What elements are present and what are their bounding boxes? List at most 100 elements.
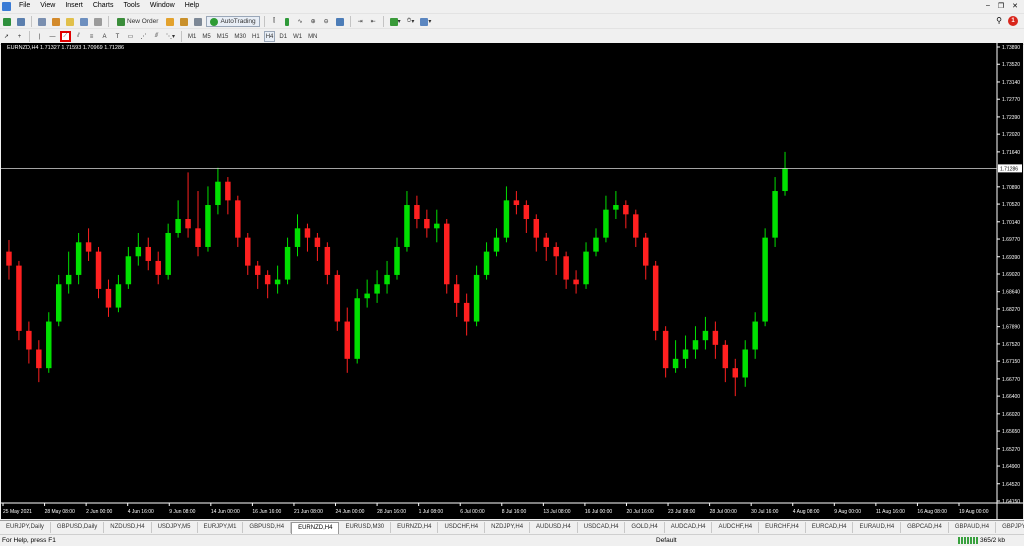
chart-tab[interactable]: EURCAD,H4 (806, 522, 854, 533)
y-tick-label: 1.72390 (1002, 115, 1020, 121)
text-button[interactable]: A (99, 31, 110, 42)
chart-tab[interactable]: AUDCHF,H4 (712, 522, 760, 533)
chart-tab[interactable]: EURNZD,H4 (291, 521, 340, 534)
tf-mn[interactable]: MN (306, 31, 319, 42)
new-chart-button[interactable] (1, 16, 13, 27)
menu-insert[interactable]: Insert (60, 0, 88, 12)
terminal-button[interactable] (78, 16, 90, 27)
candle-body (384, 274, 390, 285)
chart-tab[interactable]: GBPUSD,Daily (51, 522, 105, 533)
candle-body (583, 251, 589, 285)
candle-body (215, 181, 221, 206)
chart-shift-button[interactable]: ⇤ (368, 16, 379, 27)
auto-scroll-button[interactable]: ⇥ (355, 16, 366, 27)
y-tick-label: 1.65650 (1002, 429, 1020, 435)
data-window-button[interactable] (50, 16, 62, 27)
tf-w1[interactable]: W1 (291, 31, 304, 42)
shapes-icon: ⋱ (166, 34, 172, 40)
menu-window[interactable]: Window (145, 0, 180, 12)
chart-tab[interactable]: EURCHF,H4 (759, 522, 806, 533)
chart-tab[interactable]: GBPAUD,H4 (949, 522, 997, 533)
menu-charts[interactable]: Charts (88, 0, 119, 12)
text-label-button[interactable]: T (112, 31, 123, 42)
candle-body (254, 265, 261, 275)
chart-tab[interactable]: GBPCAD,H4 (901, 522, 949, 533)
line-chart-button[interactable]: ∿ (295, 16, 306, 27)
arrows-button[interactable]: ▭ (125, 31, 136, 42)
trendline-button[interactable]: ⟋ (60, 31, 71, 42)
chart-tab[interactable]: USDCAD,H4 (578, 522, 626, 533)
y-tick-label: 1.68270 (1002, 307, 1020, 313)
chart-tab[interactable]: GBPJPY,H4 (996, 522, 1024, 533)
y-tick-label: 1.70890 (1002, 185, 1020, 191)
chart-tab[interactable]: EURJPY,Daily (0, 522, 51, 533)
tf-h1[interactable]: H1 (250, 31, 262, 42)
gann-button[interactable]: ⋰ (138, 31, 149, 42)
chart-tab[interactable]: GOLD,H4 (625, 522, 665, 533)
minimize-icon[interactable]: – (986, 2, 990, 10)
pitchfork-button[interactable]: ⫻ (151, 31, 162, 42)
tf-m15[interactable]: M15 (215, 31, 231, 42)
chart-tab[interactable]: EURAUD,H4 (853, 522, 902, 533)
notifications-badge[interactable]: 1 (1008, 15, 1018, 26)
shapes-button[interactable]: ⋱ ▾ (164, 31, 177, 42)
signals-button[interactable] (178, 16, 190, 27)
zoom-in-button[interactable]: ⊕ (308, 16, 319, 27)
chart-tab[interactable]: EURJPY,M1 (198, 522, 244, 533)
chart-tab[interactable]: NZDJPY,H4 (485, 522, 531, 533)
new-order-button[interactable]: New Order (113, 16, 162, 27)
crosshair-icon: + (17, 33, 22, 40)
candlestick-icon (285, 17, 290, 26)
tf-h4[interactable]: H4 (263, 31, 276, 42)
candlestick-button[interactable] (282, 16, 293, 27)
menu-view[interactable]: View (35, 0, 60, 12)
menu-tools[interactable]: Tools (118, 0, 144, 12)
clock-icon: ⏱ (406, 18, 412, 24)
menu-help[interactable]: Help (180, 0, 204, 12)
chart-tab[interactable]: EURNZD,H4 (391, 522, 439, 533)
y-tick-label: 1.73520 (1002, 62, 1020, 68)
cursor-button[interactable]: ➚ (1, 31, 12, 42)
profiles-button[interactable] (15, 16, 27, 27)
fibonacci-button[interactable]: ≡ (86, 31, 97, 42)
navigator-button[interactable] (64, 16, 76, 27)
tf-m30[interactable]: M30 (232, 31, 248, 42)
metaeditor-button[interactable] (164, 16, 176, 27)
horizontal-line-button[interactable]: — (47, 31, 58, 42)
restore-icon[interactable]: ❐ (998, 2, 1004, 10)
chart-tab[interactable]: AUDUSD,H4 (530, 522, 578, 533)
autotrading-button[interactable]: AutoTrading (206, 16, 260, 27)
price-chart[interactable]: 1.73890 1.73520 1.73140 1.72770 1.72390 1.720… (1, 43, 1023, 519)
zoom-out-button[interactable]: ⊖ (321, 16, 332, 27)
chart-tab[interactable]: GBPUSD,H4 (243, 522, 292, 533)
tf-m5[interactable]: M5 (200, 31, 212, 42)
tf-d1[interactable]: D1 (277, 31, 289, 42)
tf-m1[interactable]: M1 (186, 31, 198, 42)
indicators-button[interactable]: ▾ (388, 16, 403, 27)
templates-button[interactable]: ▾ (418, 16, 433, 27)
chart-tab[interactable]: NZDUSD,H4 (104, 522, 152, 533)
candle-body (85, 242, 92, 252)
periods-button[interactable]: ⏱ ▾ (405, 16, 417, 27)
status-connection: 365/2 kb (958, 537, 1005, 544)
chart-tab[interactable]: EURUSD,M30 (339, 522, 392, 533)
menu-file[interactable]: File (14, 0, 35, 12)
chart-tab[interactable]: AUDCAD,H4 (665, 522, 713, 533)
tile-windows-button[interactable] (334, 16, 346, 27)
market-watch-button[interactable] (36, 16, 48, 27)
channel-button[interactable]: ⫽ (73, 31, 84, 42)
candle-body (672, 358, 679, 369)
vertical-line-button[interactable]: | (34, 31, 45, 42)
crosshair-button[interactable]: + (14, 31, 25, 42)
standard-toolbar: New Order AutoTrading ⫿ ∿ ⊕ ⊖ ⇥ ⇤ ▾ ⏱ ▾ ▾ (0, 13, 1024, 29)
chart-canvas[interactable]: 1.73890 1.73520 1.73140 1.72770 1.72390 1.720… (1, 43, 1023, 519)
search-icon[interactable]: ⚲ (996, 16, 1002, 25)
x-tick-label: 21 Jun 08:00 (294, 509, 323, 515)
chart-tab[interactable]: USDJPY,M5 (152, 522, 198, 533)
strategy-tester-button[interactable] (92, 16, 104, 27)
chart-tab[interactable]: USDCHF,H4 (438, 522, 486, 533)
market-button[interactable] (192, 16, 204, 27)
bar-chart-button[interactable]: ⫿ (269, 16, 280, 27)
close-icon[interactable]: ✕ (1012, 2, 1018, 10)
strategy-tester-icon (94, 17, 102, 26)
